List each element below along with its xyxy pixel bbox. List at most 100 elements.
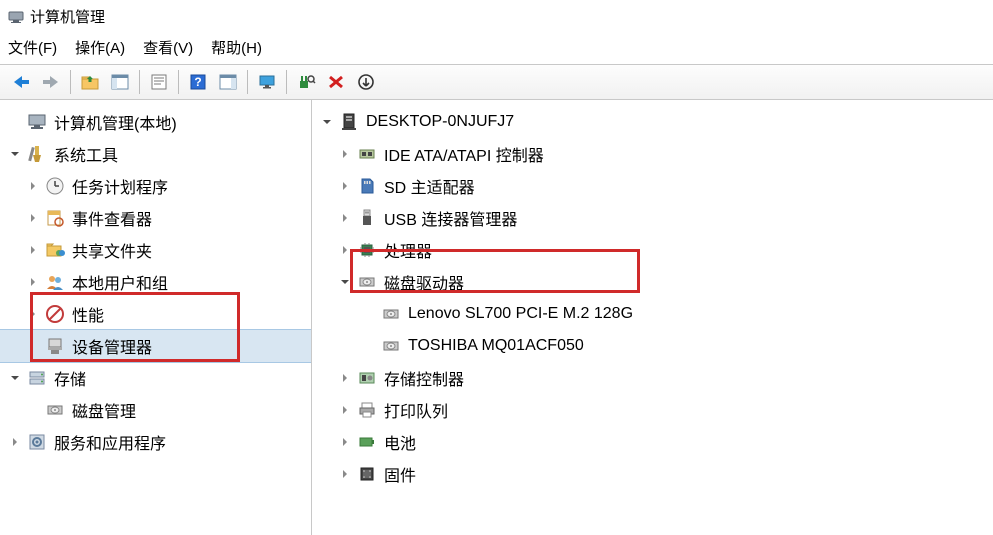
node-label: 设备管理器 [72, 334, 152, 358]
node-label: USB 连接器管理器 [384, 206, 517, 230]
node-label: 打印队列 [384, 398, 448, 422]
node-cpu[interactable]: 处理器 [312, 234, 993, 266]
chevron-right-icon[interactable] [24, 209, 42, 227]
node-battery[interactable]: 电池 [312, 426, 993, 458]
node-label: 本地用户和组 [72, 270, 168, 294]
node-system-tools[interactable]: 系统工具 [0, 138, 311, 170]
chevron-right-icon[interactable] [24, 273, 42, 291]
toolbar-separator [286, 70, 287, 94]
node-label: IDE ATA/ATAPI 控制器 [384, 142, 544, 166]
node-label: 服务和应用程序 [54, 430, 166, 454]
display-settings-button[interactable] [253, 68, 281, 96]
node-label: 电池 [384, 430, 416, 454]
node-label: 性能 [72, 302, 104, 326]
disk-drive-icon [380, 303, 402, 325]
node-local-users[interactable]: 本地用户和组 [0, 266, 311, 298]
firmware-icon [356, 463, 378, 485]
computer-icon [338, 111, 360, 133]
node-label: 存储控制器 [384, 366, 464, 390]
disk-management-icon [44, 399, 66, 421]
node-label: DESKTOP-0NJUFJ7 [366, 113, 514, 131]
clock-icon [44, 175, 66, 197]
node-services-apps[interactable]: 服务和应用程序 [0, 426, 311, 458]
toolbar-separator [139, 70, 140, 94]
node-event-viewer[interactable]: 事件查看器 [0, 202, 311, 234]
node-storage-controller[interactable]: 存储控制器 [312, 362, 993, 394]
chevron-right-icon[interactable] [336, 401, 354, 419]
node-label: Lenovo SL700 PCI-E M.2 128G [408, 305, 633, 323]
properties-button[interactable] [145, 68, 173, 96]
node-shared-folders[interactable]: 共享文件夹 [0, 234, 311, 266]
node-firmware[interactable]: 固件 [312, 458, 993, 490]
node-label: 磁盘管理 [72, 398, 136, 422]
chevron-right-icon[interactable] [336, 209, 354, 227]
uninstall-device-button[interactable] [322, 68, 350, 96]
node-device-manager[interactable]: 设备管理器 [0, 330, 311, 362]
chevron-down-icon[interactable] [6, 369, 24, 387]
action-pane-button[interactable] [214, 68, 242, 96]
chevron-right-icon[interactable] [6, 433, 24, 451]
menu-file[interactable]: 文件(F) [8, 37, 57, 58]
services-icon [26, 431, 48, 453]
node-task-scheduler[interactable]: 任务计划程序 [0, 170, 311, 202]
node-computer[interactable]: DESKTOP-0NJUFJ7 [312, 106, 993, 138]
main-area: 计算机管理(本地) 系统工具 任务计划程序 [0, 100, 993, 535]
node-disk-drives[interactable]: 磁盘驱动器 [312, 266, 993, 298]
node-computer-management[interactable]: 计算机管理(本地) [0, 106, 311, 138]
node-disk-lenovo[interactable]: Lenovo SL700 PCI-E M.2 128G [312, 298, 993, 330]
battery-icon [356, 431, 378, 453]
node-label: 处理器 [384, 238, 432, 262]
chevron-right-icon[interactable] [336, 465, 354, 483]
chevron-right-icon[interactable] [336, 369, 354, 387]
chevron-down-icon[interactable] [6, 145, 24, 163]
up-folder-button[interactable] [76, 68, 104, 96]
node-print-queue[interactable]: 打印队列 [312, 394, 993, 426]
show-hide-tree-button[interactable] [106, 68, 134, 96]
node-usb-connector[interactable]: USB 连接器管理器 [312, 202, 993, 234]
node-label: TOSHIBA MQ01ACF050 [408, 337, 584, 355]
storage-icon [26, 367, 48, 389]
update-driver-button[interactable] [352, 68, 380, 96]
app-icon [8, 9, 24, 25]
chevron-right-icon[interactable] [336, 241, 354, 259]
help-button[interactable]: ? [184, 68, 212, 96]
tools-icon [26, 143, 48, 165]
toolbar-separator [178, 70, 179, 94]
chevron-right-icon[interactable] [336, 145, 354, 163]
disk-drive-icon [380, 335, 402, 357]
node-storage[interactable]: 存储 [0, 362, 311, 394]
menubar: 文件(F) 操作(A) 查看(V) 帮助(H) [0, 31, 993, 64]
forward-button[interactable] [37, 68, 65, 96]
menu-action[interactable]: 操作(A) [75, 37, 125, 58]
toolbar: ? [0, 64, 993, 100]
chevron-right-icon[interactable] [336, 433, 354, 451]
node-performance[interactable]: 性能 [0, 298, 311, 330]
performance-icon [44, 303, 66, 325]
cpu-icon [356, 239, 378, 261]
chevron-down-icon[interactable] [336, 273, 354, 291]
ide-controller-icon [356, 143, 378, 165]
scope-tree: 计算机管理(本地) 系统工具 任务计划程序 [0, 106, 311, 458]
node-label: 计算机管理(本地) [54, 110, 177, 134]
node-sd-host[interactable]: SD 主适配器 [312, 170, 993, 202]
back-button[interactable] [7, 68, 35, 96]
node-ide-controller[interactable]: IDE ATA/ATAPI 控制器 [312, 138, 993, 170]
titlebar: 计算机管理 [0, 0, 993, 31]
device-manager-icon [44, 335, 66, 357]
scan-hardware-button[interactable] [292, 68, 320, 96]
node-disk-management[interactable]: 磁盘管理 [0, 394, 311, 426]
node-label: 磁盘驱动器 [384, 270, 464, 294]
node-disk-toshiba[interactable]: TOSHIBA MQ01ACF050 [312, 330, 993, 362]
menu-help[interactable]: 帮助(H) [211, 37, 262, 58]
device-tree: DESKTOP-0NJUFJ7 IDE ATA/ATAPI 控制器 SD 主 [312, 106, 993, 490]
chevron-right-icon[interactable] [336, 177, 354, 195]
chevron-right-icon[interactable] [24, 305, 42, 323]
chevron-right-icon[interactable] [24, 241, 42, 259]
storage-controller-icon [356, 367, 378, 389]
toolbar-separator [70, 70, 71, 94]
chevron-right-icon[interactable] [24, 177, 42, 195]
node-label: 共享文件夹 [72, 238, 152, 262]
chevron-down-icon[interactable] [318, 113, 336, 131]
node-label: 系统工具 [54, 142, 118, 166]
menu-view[interactable]: 查看(V) [143, 37, 193, 58]
